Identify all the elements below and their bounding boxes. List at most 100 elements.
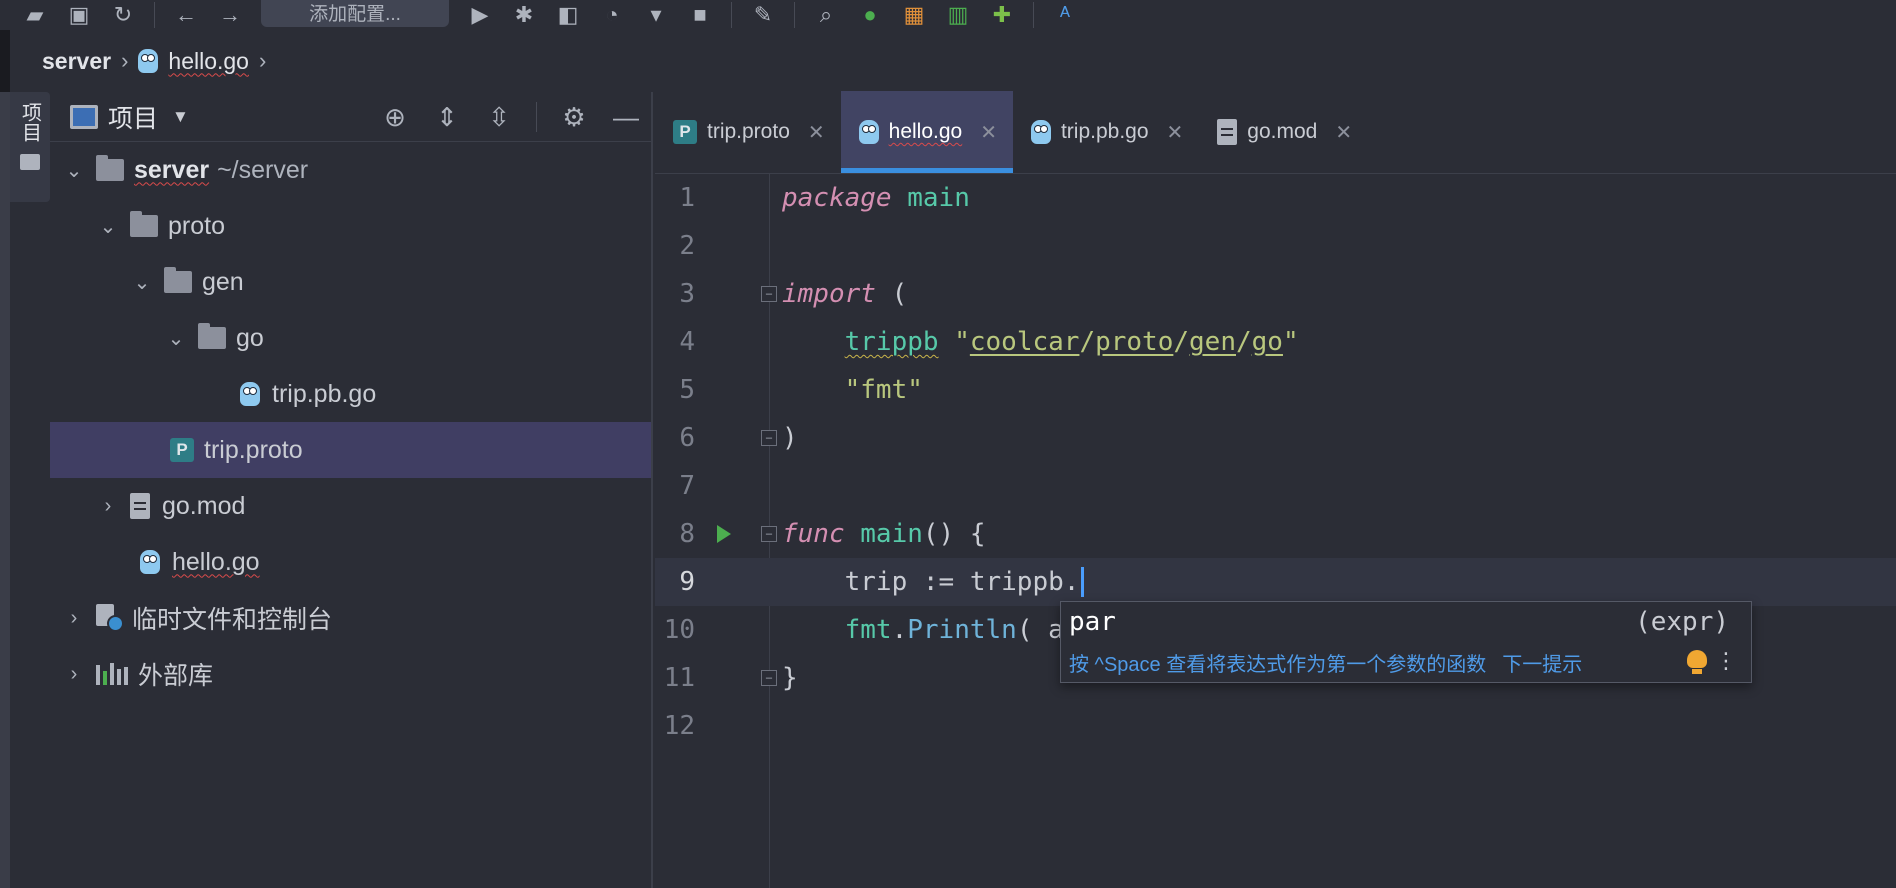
stop-icon[interactable]: ■ xyxy=(687,2,713,28)
tree-item-external-libs[interactable]: › 外部库 xyxy=(50,646,651,702)
minimize-icon[interactable]: — xyxy=(611,102,641,133)
project-panel: 项目 ▼ ⊕ ⇕ ⇳ ⚙ — ⌄ server ~/server ⌄ proto… xyxy=(50,92,653,888)
search-icon[interactable]: ⌕ xyxy=(813,2,839,28)
tree-item-scratches[interactable]: › 临时文件和控制台 xyxy=(50,590,651,646)
gopher-icon xyxy=(240,382,260,406)
tree-item-label: trip.pb.go xyxy=(272,379,377,408)
translate-icon[interactable]: ᴬ xyxy=(1052,2,1078,28)
completion-popup: par (expr) 按 ^Space 查看将表达式作为第一个参数的函数 下一提… xyxy=(1060,601,1752,683)
line-number: 6 xyxy=(679,423,695,453)
close-icon[interactable]: ✕ xyxy=(1335,120,1352,145)
tree-item-trip-proto[interactable]: P trip.proto xyxy=(50,422,651,478)
run-icon[interactable]: ▶ xyxy=(467,2,493,28)
settings-wrench-icon[interactable]: ✎ xyxy=(750,2,776,28)
code-line-current[interactable]: 9 trip := trippb. xyxy=(655,558,1896,606)
line-number: 4 xyxy=(679,327,695,357)
tree-item-proto[interactable]: ⌄ proto xyxy=(50,198,651,254)
completion-item-tail: (expr) xyxy=(1635,607,1729,637)
code-line[interactable]: 8 − func main() { xyxy=(655,510,1896,558)
tree-item-label: 外部库 xyxy=(138,662,214,690)
code-text: "fmt" xyxy=(844,375,923,405)
folder-icon[interactable] xyxy=(20,154,40,170)
line-number: 9 xyxy=(679,567,695,597)
chevron-down-icon[interactable]: ⌄ xyxy=(164,326,188,351)
debug-icon[interactable]: ✱ xyxy=(511,2,537,28)
code-text: } xyxy=(782,663,798,693)
toolbar-separator xyxy=(1033,2,1034,28)
breadcrumb-root[interactable]: server xyxy=(42,48,111,75)
chevron-down-icon[interactable]: ▼ xyxy=(172,107,189,127)
tree-item-server[interactable]: ⌄ server ~/server xyxy=(50,142,651,198)
close-icon[interactable]: ✕ xyxy=(980,120,997,145)
save-icon[interactable]: ▣ xyxy=(66,2,92,28)
code-line[interactable]: 2 xyxy=(655,222,1896,270)
code-line[interactable]: 5 "fmt" xyxy=(655,366,1896,414)
next-tip-link[interactable]: 下一提示 xyxy=(1502,648,1582,677)
line-number: 8 xyxy=(679,519,695,549)
gopher-icon xyxy=(858,120,879,144)
fold-icon[interactable]: − xyxy=(761,670,777,686)
close-icon[interactable]: ✕ xyxy=(1167,120,1184,145)
open-folder-icon[interactable]: ▰ xyxy=(22,2,48,28)
code-line[interactable]: 12 xyxy=(655,702,1896,750)
code-area[interactable]: 1 package main 2 3 − import ( 4 trippb "… xyxy=(655,174,1896,888)
tree-item-label: hello.go xyxy=(172,547,260,576)
coverage-icon[interactable]: ◧ xyxy=(555,2,581,28)
chevron-down-icon[interactable]: ⌄ xyxy=(130,270,154,295)
line-number: 7 xyxy=(679,471,695,501)
tree-item-hello-go[interactable]: hello.go xyxy=(50,534,651,590)
vcs-icon[interactable]: ● xyxy=(857,2,883,28)
gopher-icon xyxy=(1030,120,1051,144)
code-line[interactable]: 6 − ) xyxy=(655,414,1896,462)
editor-tabs: P trip.proto ✕ hello.go ✕ trip.pb.go ✕ g… xyxy=(655,91,1896,174)
code-line[interactable]: 7 xyxy=(655,462,1896,510)
expand-all-icon[interactable]: ⇕ xyxy=(432,102,462,133)
chevron-right-icon[interactable]: › xyxy=(62,607,86,630)
sync-icon[interactable]: ↻ xyxy=(110,2,136,28)
lightbulb-icon[interactable] xyxy=(1687,650,1707,674)
breadcrumb-file[interactable]: hello.go xyxy=(168,48,249,75)
chevron-down-icon[interactable]: ⌄ xyxy=(62,158,86,183)
database-icon[interactable]: ▥ xyxy=(945,2,971,28)
back-icon[interactable]: ← xyxy=(173,2,199,28)
gear-icon[interactable]: ⚙ xyxy=(559,102,589,133)
tree-item-label: go.mod xyxy=(162,491,246,520)
code-line[interactable]: 3 − import ( xyxy=(655,270,1896,318)
chevron-right-icon[interactable]: › xyxy=(259,48,266,74)
plugin-icon[interactable]: ▦ xyxy=(901,2,927,28)
close-icon[interactable]: ✕ xyxy=(808,120,825,145)
line-number: 5 xyxy=(679,375,695,405)
tree-item-gen[interactable]: ⌄ gen xyxy=(50,254,651,310)
tab-trip-proto[interactable]: P trip.proto ✕ xyxy=(655,91,841,173)
chevron-right-icon[interactable]: › xyxy=(62,663,86,686)
tab-trip-pb-go[interactable]: trip.pb.go ✕ xyxy=(1013,91,1199,173)
folder-icon xyxy=(130,211,158,237)
chevron-right-icon: › xyxy=(121,48,129,73)
collapse-all-icon[interactable]: ⇳ xyxy=(484,102,514,133)
project-panel-title[interactable]: 项目 xyxy=(108,99,158,135)
add-configuration-button[interactable]: 添加配置... xyxy=(261,0,449,27)
puzzle-icon[interactable]: ✚ xyxy=(989,2,1015,28)
chevron-down-icon[interactable]: ▾ xyxy=(643,2,669,28)
forward-icon[interactable]: → xyxy=(217,2,243,28)
code-line[interactable]: 1 package main xyxy=(655,174,1896,222)
tab-hello-go[interactable]: hello.go ✕ xyxy=(840,91,1014,173)
fold-icon[interactable]: − xyxy=(761,430,777,446)
code-line[interactable]: 4 trippb "coolcar/proto/gen/go" xyxy=(655,318,1896,366)
project-tool-window-button[interactable]: 项目 xyxy=(16,102,45,142)
more-options-icon[interactable]: ⋮ xyxy=(1715,650,1737,672)
run-gutter-icon[interactable] xyxy=(717,525,731,543)
completion-item[interactable]: par (expr) xyxy=(1061,602,1751,642)
tree-item-go[interactable]: ⌄ go xyxy=(50,310,651,366)
profile-icon[interactable]: ◔ xyxy=(599,2,625,28)
tab-label: go.mod xyxy=(1247,120,1318,143)
fold-icon[interactable]: − xyxy=(761,526,777,542)
tab-go-mod[interactable]: go.mod ✕ xyxy=(1199,91,1368,173)
fold-icon[interactable]: − xyxy=(761,286,777,302)
chevron-right-icon[interactable]: › xyxy=(96,495,120,518)
chevron-down-icon[interactable]: ⌄ xyxy=(96,214,120,239)
tree-item-trip-pb-go[interactable]: trip.pb.go xyxy=(50,366,651,422)
tree-item-go-mod[interactable]: › go.mod xyxy=(50,478,651,534)
code-text: trippb "coolcar/proto/gen/go" xyxy=(844,327,1299,357)
locate-file-icon[interactable]: ⊕ xyxy=(380,102,410,133)
